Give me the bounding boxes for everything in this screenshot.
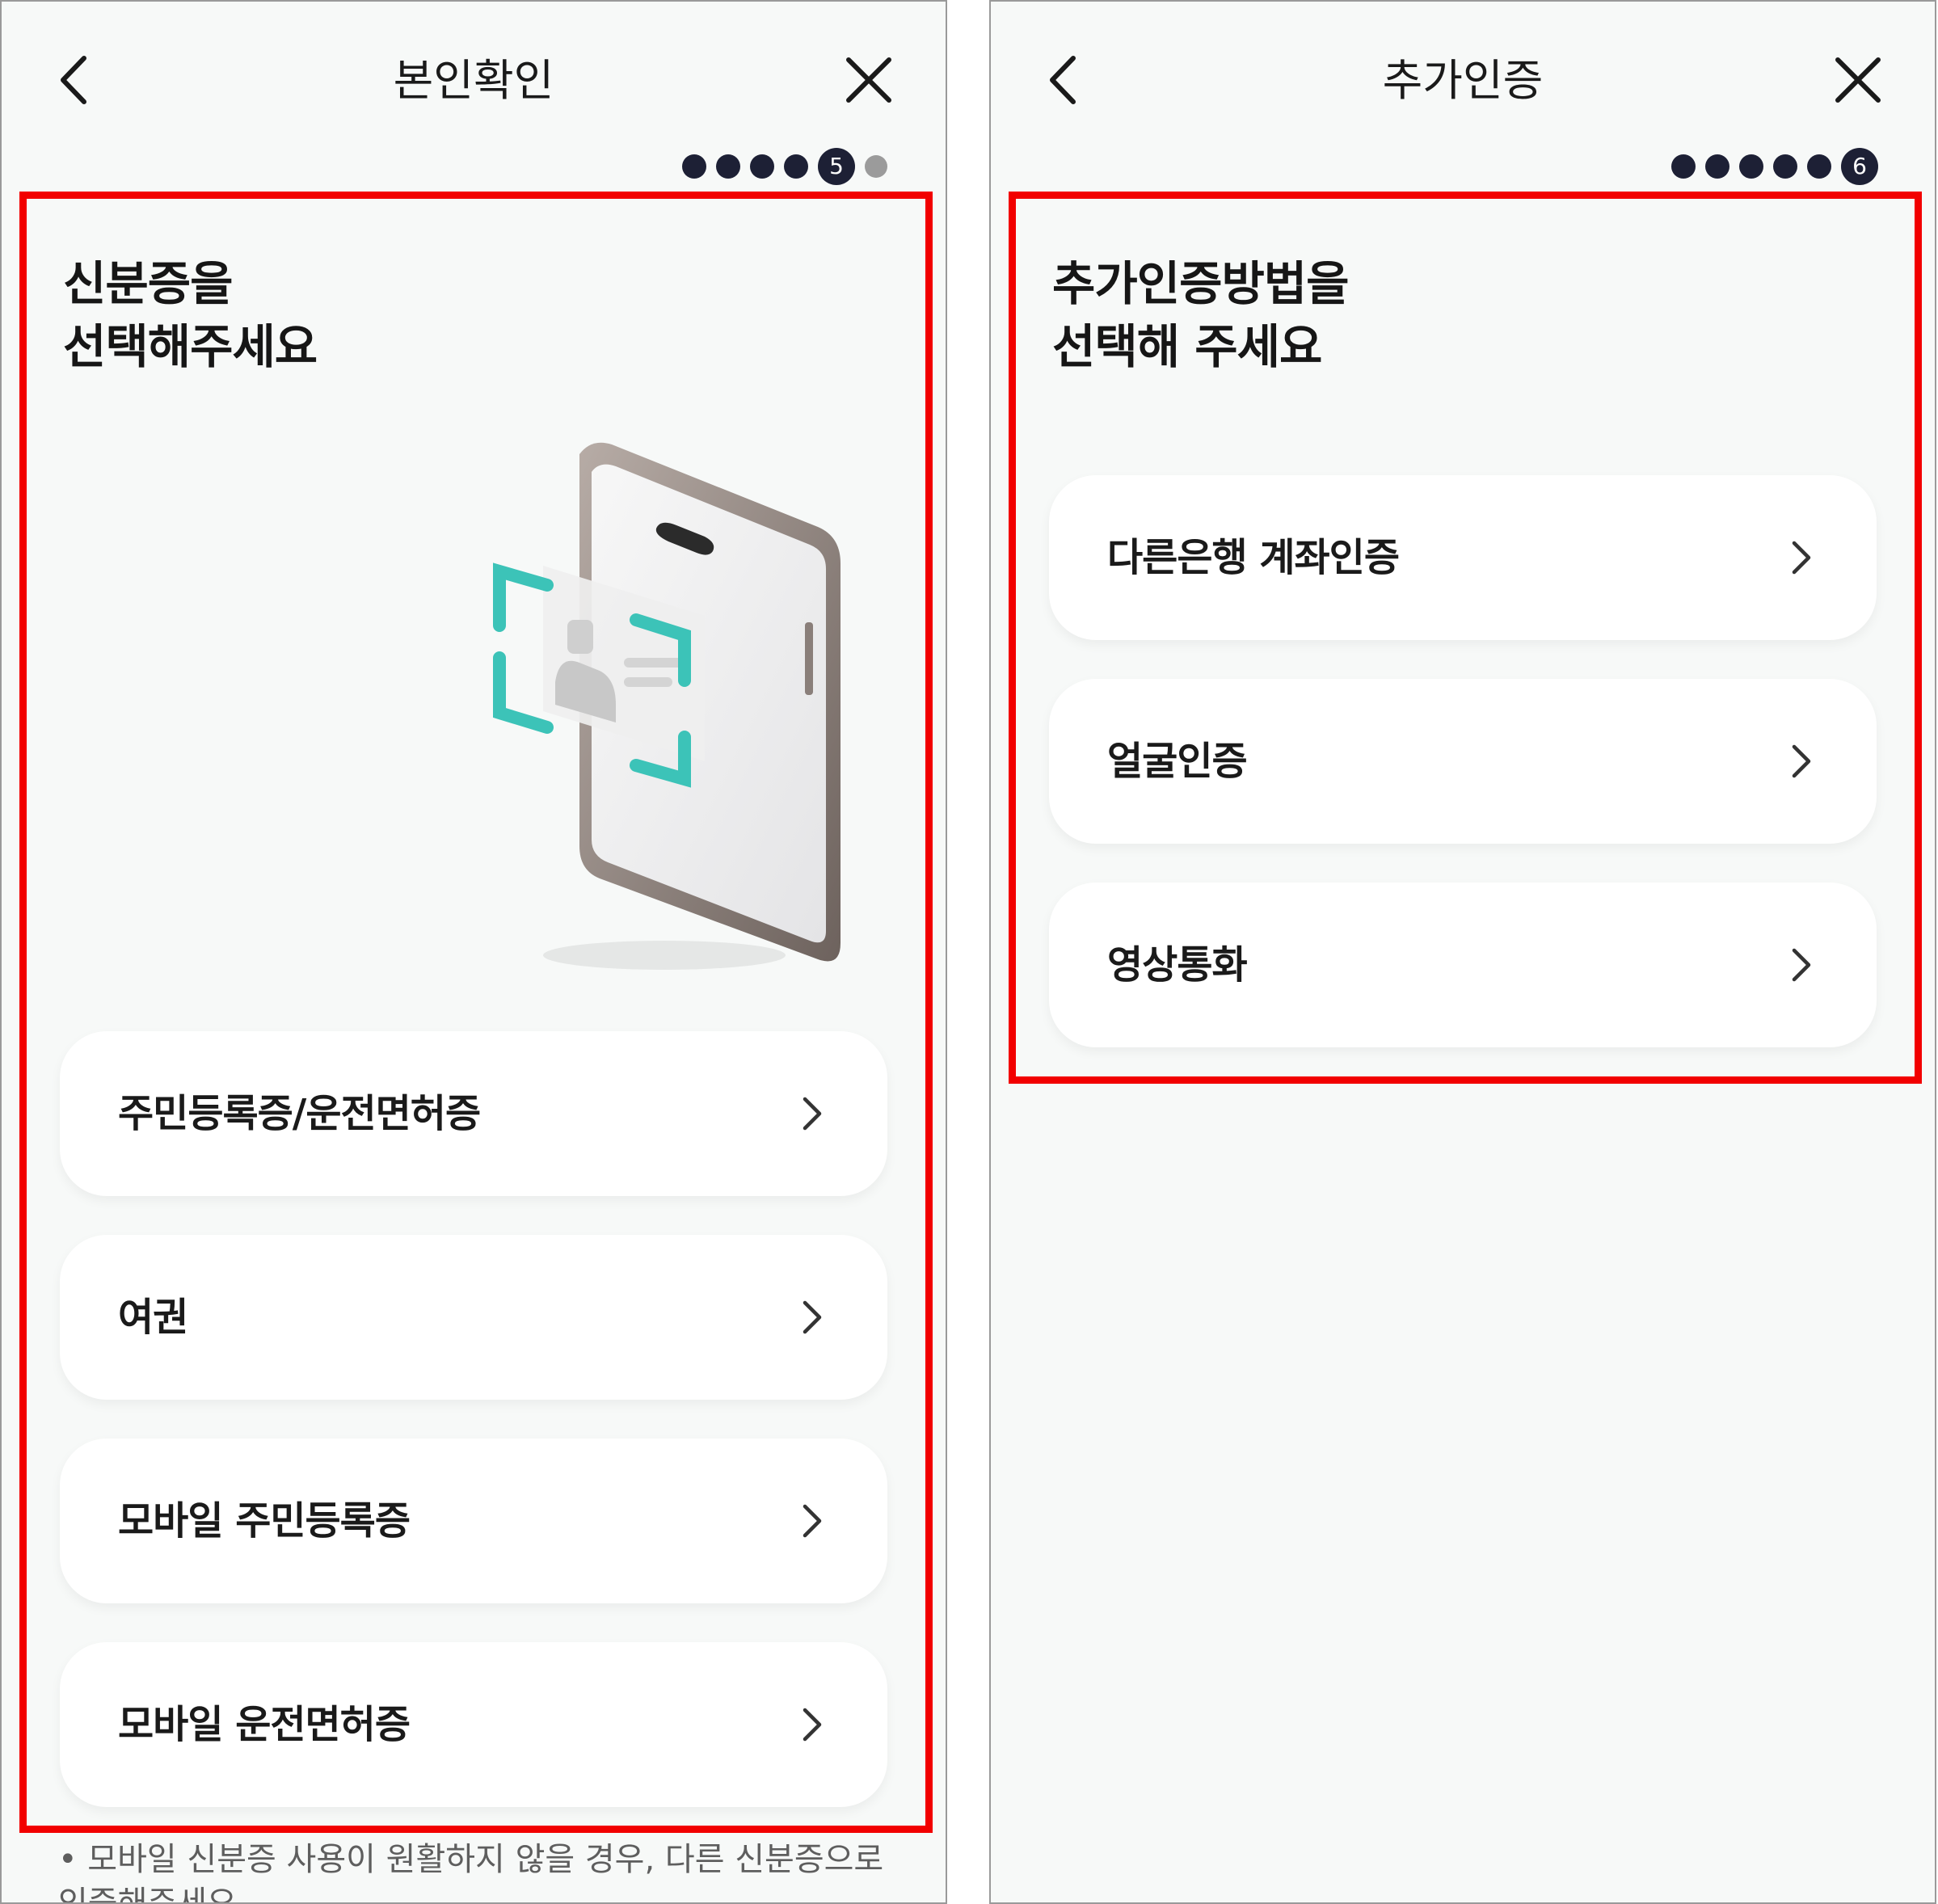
step-dot-done: [1773, 154, 1797, 179]
option-label: 주민등록증/운전면허증: [118, 1091, 481, 1136]
option-label: 영상통화: [1107, 942, 1248, 988]
chevron-right-icon: [800, 1298, 824, 1337]
option-resident-or-driver-license[interactable]: 주민등록증/운전면허증: [60, 1031, 887, 1196]
heading-line: 선택해 주세요: [1052, 319, 1322, 374]
page-title: 추가인증: [1382, 55, 1544, 106]
chevron-right-icon: [800, 1094, 824, 1133]
mobile-id-note: • 모바일 신분증 사용이 원활하지 않을 경우, 다른 신분증으로 인증해주세…: [58, 1841, 884, 1904]
chevron-right-icon: [800, 1705, 824, 1744]
chevron-right-icon: [1789, 538, 1814, 577]
step-dot-done: [750, 154, 774, 179]
page-title: 본인확인: [393, 55, 554, 106]
chevron-right-icon: [1789, 742, 1814, 781]
id-scan-phone-illustration: [470, 438, 850, 988]
step-dot-done: [1671, 154, 1696, 179]
step-dot-done: [1705, 154, 1729, 179]
option-video-call[interactable]: 영상통화: [1049, 882, 1877, 1047]
heading-line: 선택해주세요: [63, 319, 318, 374]
step-dot-current: 6: [1841, 148, 1878, 185]
step-dot-done: [784, 154, 808, 179]
option-mobile-driver-license[interactable]: 모바일 운전면허증: [60, 1642, 887, 1807]
identity-verification-screen: 본인확인 5 신분증을 선택해주세요 주민등록증/운전면허증 여권 모바일 주민…: [0, 0, 947, 1904]
close-icon[interactable]: [1830, 52, 1886, 108]
option-label: 얼굴인증: [1107, 739, 1248, 784]
step-indicator: 5: [682, 148, 887, 185]
chevron-right-icon: [1789, 946, 1814, 984]
step-dot-upcoming: [865, 155, 887, 178]
step-dot-done: [1739, 154, 1763, 179]
heading-line: 추가인증방법을: [1052, 256, 1350, 311]
option-label: 모바일 운전면허증: [118, 1702, 411, 1747]
option-passport[interactable]: 여권: [60, 1235, 887, 1400]
step-dot-done: [682, 154, 706, 179]
step-indicator: 6: [1671, 148, 1878, 185]
close-icon[interactable]: [841, 52, 897, 108]
option-other-bank-account[interactable]: 다른은행 계좌인증: [1049, 475, 1877, 640]
step-dot-done: [1807, 154, 1831, 179]
additional-authentication-screen: 추가인증 6 추가인증방법을 선택해 주세요 다른은행 계좌인증 얼굴인증 영상…: [989, 0, 1936, 1904]
option-label: 다른은행 계좌인증: [1107, 535, 1400, 580]
page-heading: 추가인증방법을 선택해 주세요: [1052, 252, 1350, 378]
page-heading: 신분증을 선택해주세요: [63, 252, 318, 378]
option-face-authentication[interactable]: 얼굴인증: [1049, 679, 1877, 844]
heading-line: 신분증을: [63, 256, 233, 311]
option-label: 모바일 주민등록증: [118, 1498, 411, 1544]
chevron-right-icon: [800, 1502, 824, 1540]
option-mobile-resident-card[interactable]: 모바일 주민등록증: [60, 1439, 887, 1603]
step-dot-current: 5: [818, 148, 855, 185]
option-label: 여권: [118, 1295, 188, 1340]
step-dot-done: [716, 154, 740, 179]
